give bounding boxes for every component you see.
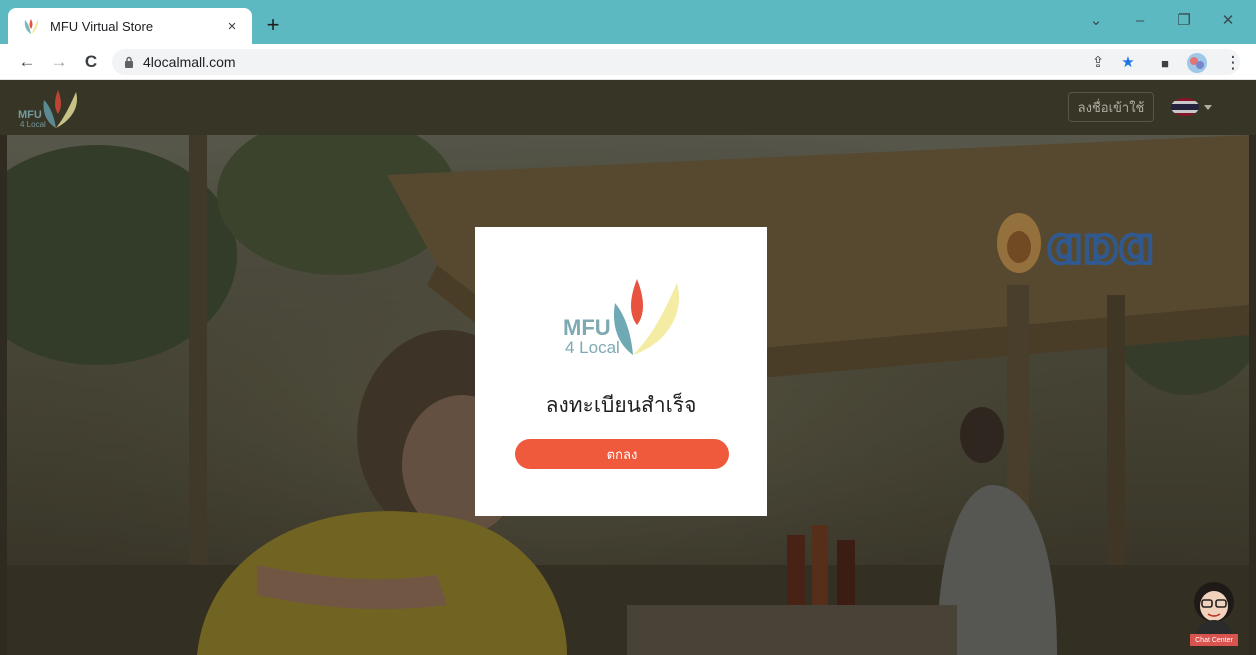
minimize-button[interactable]: – bbox=[1118, 8, 1162, 32]
reload-button[interactable]: C bbox=[78, 50, 104, 74]
svg-text:MFU: MFU bbox=[563, 315, 611, 340]
back-button[interactable]: ← bbox=[14, 50, 40, 74]
chat-center-label: Chat Center bbox=[1190, 634, 1238, 646]
chat-widget[interactable]: Chat Center bbox=[1190, 580, 1238, 648]
svg-text:4 Local: 4 Local bbox=[565, 338, 620, 357]
dialog-title: ลงทะเบียนสำเร็จ bbox=[545, 394, 697, 417]
share-icon[interactable]: ⇪ bbox=[1087, 52, 1109, 72]
browser-tab[interactable]: MFU Virtual Store × bbox=[8, 8, 252, 44]
forward-button[interactable]: → bbox=[46, 50, 72, 74]
browser-menu-icon[interactable]: ⋮ bbox=[1222, 53, 1244, 73]
mfu-favicon-icon bbox=[24, 19, 39, 34]
registration-success-dialog: MFU 4 Local ลงทะเบียนสำเร็จ ตกลง bbox=[475, 227, 767, 516]
chat-bot-avatar-icon bbox=[1194, 582, 1234, 634]
web-page: MFU 4 Local ลงชื่อเข้าใช้ ɑɒɑ MFU 4 Loca… bbox=[0, 80, 1256, 655]
bookmark-star-icon[interactable]: ★ bbox=[1117, 52, 1139, 72]
ok-button[interactable]: ตกลง bbox=[515, 439, 729, 469]
restore-button[interactable]: ❐ bbox=[1162, 8, 1206, 32]
new-tab-button[interactable]: + bbox=[260, 12, 286, 38]
close-tab-icon[interactable]: × bbox=[222, 16, 242, 36]
mfu-4-local-logo: MFU 4 Local bbox=[563, 279, 680, 357]
browser-toolbar: ← → C 4localmall.com ⇪ ★ ■ ⋮ bbox=[0, 44, 1256, 80]
url-text[interactable]: 4localmall.com bbox=[143, 54, 236, 70]
side-panel-icon[interactable]: ■ bbox=[1154, 53, 1176, 73]
tab-search-icon[interactable]: ⌄ bbox=[1074, 8, 1118, 32]
tab-title: MFU Virtual Store bbox=[50, 18, 154, 34]
address-bar[interactable]: 4localmall.com ⇪ ★ bbox=[112, 49, 1240, 75]
close-window-button[interactable]: ✕ bbox=[1206, 8, 1250, 32]
browser-tabstrip: MFU Virtual Store × + ⌄ – ❐ ✕ bbox=[0, 0, 1256, 44]
lock-icon bbox=[125, 56, 133, 68]
profile-avatar-icon[interactable] bbox=[1186, 52, 1208, 74]
